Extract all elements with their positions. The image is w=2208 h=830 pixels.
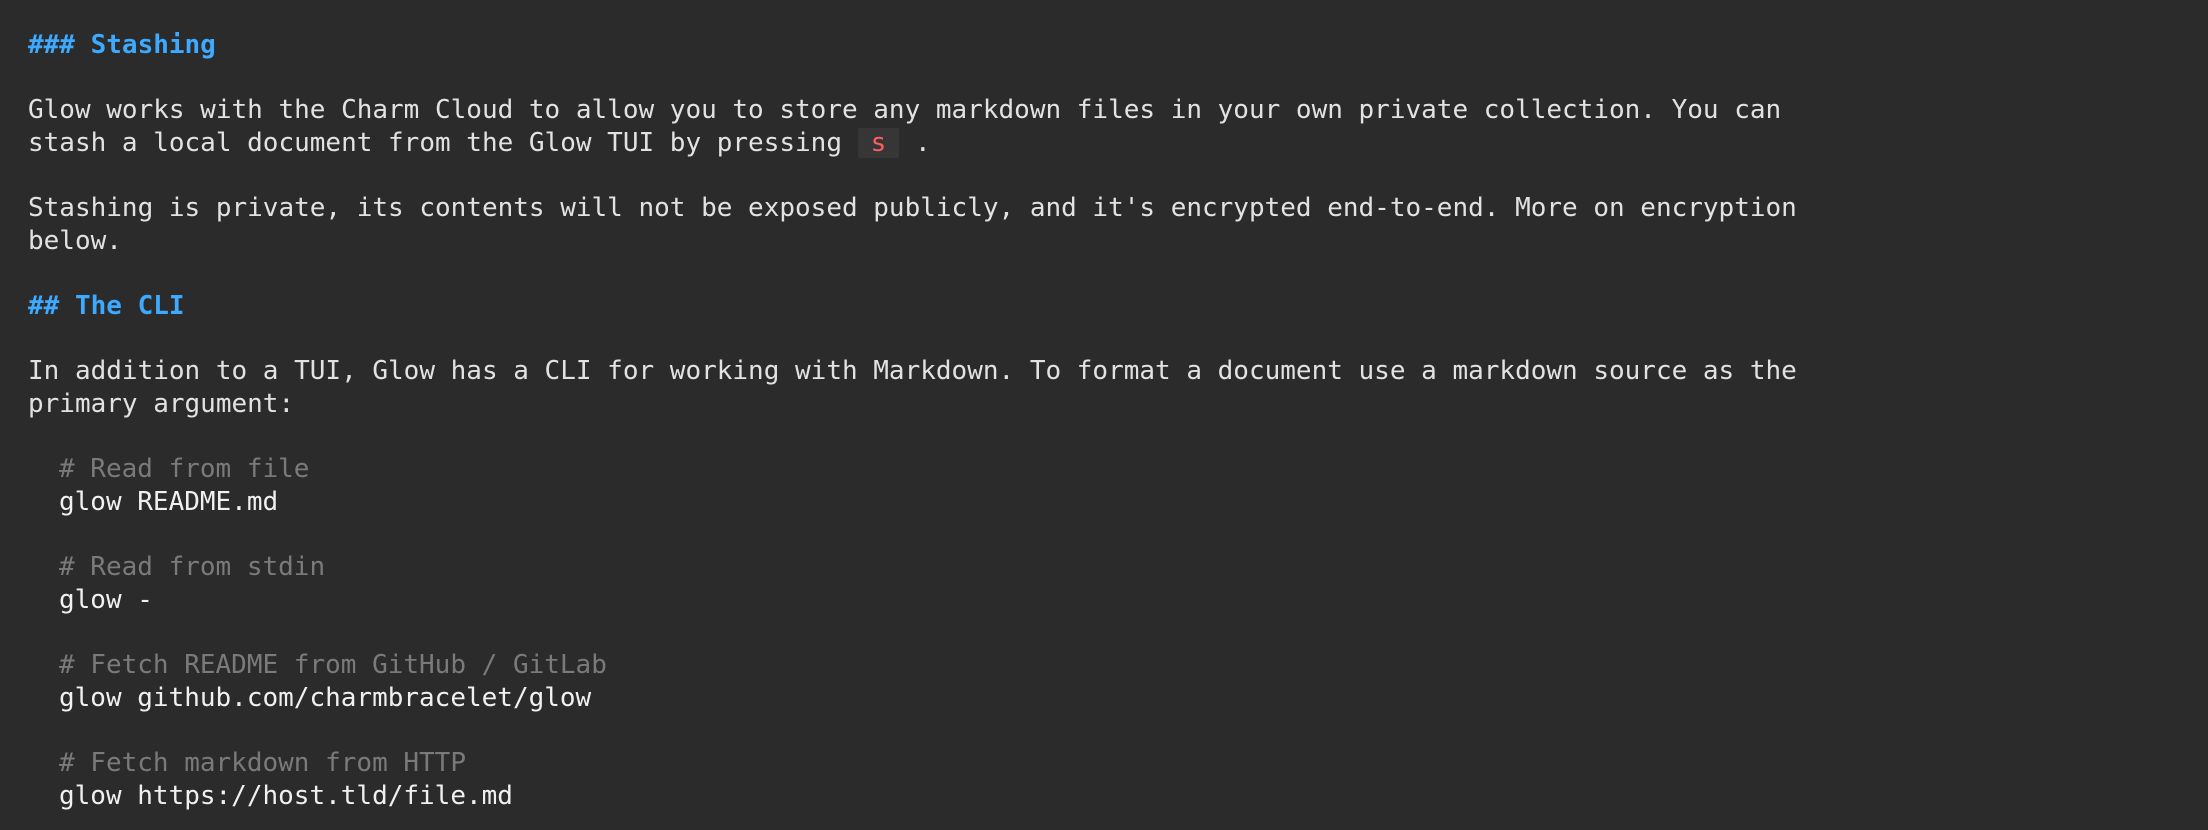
code-command: glow https://host.tld/file.md: [59, 781, 513, 811]
stashing-paragraph-line-1: Glow works with the Charm Cloud to allow…: [28, 95, 1782, 125]
code-comment: # Fetch markdown from HTTP: [59, 748, 466, 778]
stash-key-code: s: [857, 128, 900, 158]
code-comment: # Fetch README from GitHub / GitLab: [59, 650, 607, 680]
terminal-document: ### Stashing Glow works with the Charm C…: [28, 29, 2208, 813]
cli-paragraph-line-2: primary argument:: [28, 389, 295, 419]
code-comment: # Read from stdin: [59, 552, 326, 582]
cli-heading: ## The CLI: [28, 291, 185, 321]
code-command: glow README.md: [59, 487, 279, 517]
code-command: glow -: [59, 585, 153, 615]
stashing-heading: ### Stashing: [28, 30, 216, 60]
stashing-paragraph-period: .: [899, 128, 931, 158]
stashing-paragraph-text: stash a local document from the Glow TUI…: [28, 128, 858, 158]
cli-paragraph-line-1: In addition to a TUI, Glow has a CLI for…: [28, 356, 1797, 386]
code-comment: # Read from file: [59, 454, 310, 484]
privacy-paragraph-line-1: Stashing is private, its contents will n…: [28, 193, 1797, 223]
stashing-paragraph-line-2: stash a local document from the Glow TUI…: [28, 127, 2208, 160]
code-command: glow github.com/charmbracelet/glow: [59, 683, 592, 713]
privacy-paragraph-line-2: below.: [28, 226, 122, 256]
